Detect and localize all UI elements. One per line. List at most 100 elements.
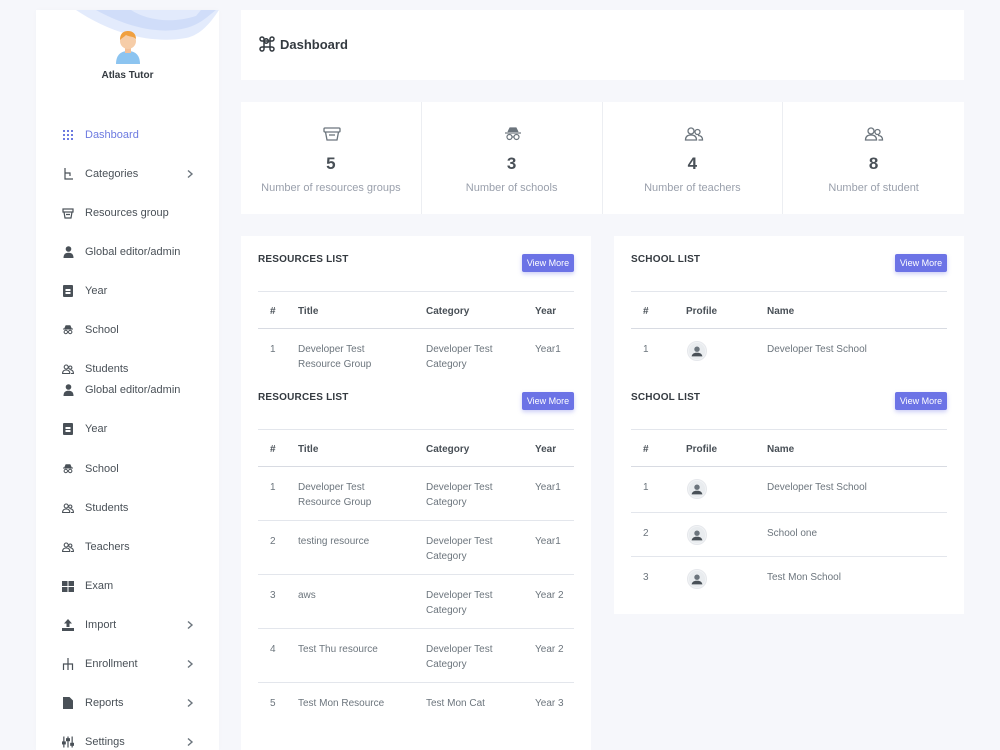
column-header: Year (535, 444, 557, 455)
table-cell: Developer Test Resource Group (298, 482, 372, 508)
command-icon (259, 36, 275, 57)
column-header: Category (426, 306, 470, 317)
column-header: Name (767, 444, 795, 455)
sidebar-item-label: Year (85, 423, 108, 435)
school-profile-avatar (687, 569, 707, 589)
table-header: # Profile Name (631, 291, 947, 329)
sidebar-item-resources-group[interactable]: Resources group (36, 203, 219, 223)
stat-teachers: 4 Number of teachers (603, 102, 784, 214)
table-row[interactable]: 3 aws Developer Test Category Year 2 (258, 575, 574, 629)
sidebar-item-teachers[interactable]: Teachers (36, 537, 219, 557)
table-cell: 1 (643, 344, 649, 355)
schools-table: # Profile Name 1 Developer Test School (631, 291, 947, 375)
school-profile-avatar (687, 525, 707, 545)
sidebar-item-enrollment[interactable]: Enrollment (36, 654, 219, 674)
school-profile-avatar (687, 341, 707, 361)
table-cell: Test Mon Resource (298, 698, 385, 709)
page-header: Dashboard (241, 10, 964, 80)
table-cell: 2 (270, 536, 276, 547)
sidebar-item-label: School (85, 463, 119, 475)
resources-card: RESOURCES LIST View More # Title Category Y… (241, 236, 591, 750)
view-more-button[interactable]: View More (895, 254, 947, 272)
users-icon (62, 363, 74, 375)
hierarchy-icon (62, 168, 74, 180)
windows-icon (62, 580, 74, 592)
view-more-button[interactable]: View More (522, 392, 574, 410)
sliders-icon (62, 736, 74, 748)
table-cell: 1 (270, 482, 276, 493)
table-cell: Developer Test Category (426, 590, 493, 616)
sidebar-item-school[interactable]: School (36, 459, 219, 479)
sidebar-item-label: School (85, 324, 119, 336)
school-profile-avatar (687, 479, 707, 499)
avatar[interactable] (114, 30, 142, 64)
file-icon (62, 697, 74, 709)
sidebar-item-global-editor-admin[interactable]: Global editor/admin (36, 242, 219, 262)
users-icon (62, 541, 74, 553)
sidebar-item-students[interactable]: Students (36, 359, 219, 379)
resources-list-title: RESOURCES LIST (258, 392, 349, 403)
sidebar-item-dashboard[interactable]: Dashboard (36, 125, 219, 145)
stat-value: 3 (506, 154, 517, 173)
table-cell: Developer Test Category (426, 536, 493, 562)
column-header: # (643, 306, 649, 317)
resources-table: # Title Category Year 1 Developer Test Resour… (258, 291, 574, 379)
table-cell: Developer Test Category (426, 644, 493, 670)
sidebar-item-categories[interactable]: Categories (36, 164, 219, 184)
table-cell: Developer Test School (767, 482, 867, 493)
view-more-button[interactable]: View More (895, 392, 947, 410)
sidebar-item-students[interactable]: Students (36, 498, 219, 518)
sidebar-item-school[interactable]: School (36, 320, 219, 340)
table-header: # Title Category Year (258, 291, 574, 329)
basket-icon (322, 126, 342, 142)
schools-table: # Profile Name 1 Developer Test School 2 Schoo… (631, 429, 947, 603)
sidebar-item-label: Exam (85, 580, 114, 592)
basket-icon (62, 207, 74, 219)
user-icon (62, 384, 74, 396)
table-row[interactable]: 1 Developer Test School (631, 467, 947, 513)
calendar-icon (62, 423, 74, 435)
sidebar-item-label: Resources group (85, 207, 169, 219)
table-row[interactable]: 1 Developer Test School (631, 329, 947, 375)
sidebar-item-label: Global editor/admin (85, 246, 181, 258)
sidebar-item-label: Enrollment (85, 658, 138, 670)
column-header: Name (767, 306, 795, 317)
upload-icon (62, 619, 74, 631)
table-row[interactable]: 2 School one (631, 513, 947, 557)
table-cell: Year 2 (535, 644, 564, 655)
table-row[interactable]: 5 Test Mon Resource Test Mon Cat Year 3 (258, 683, 574, 737)
view-more-button[interactable]: View More (522, 254, 574, 272)
users-icon (864, 126, 884, 142)
table-header: # Title Category Year (258, 429, 574, 467)
table-cell: aws (298, 590, 316, 601)
stats-panel: 5 Number of resources groups 3 Number of… (241, 102, 964, 214)
stat-value: 5 (326, 154, 336, 173)
table-row[interactable]: 4 Test Thu resource Developer Test Categor… (258, 629, 574, 683)
user-icon (62, 246, 74, 258)
table-row[interactable]: 1 Developer Test Resource Group Developer … (258, 467, 574, 521)
sidebar-item-import[interactable]: Import (36, 615, 219, 635)
sidebar-item-settings[interactable]: Settings (36, 732, 219, 750)
chevron-right-icon (186, 737, 194, 747)
sidebar-item-global-editor-admin[interactable]: Global editor/admin (36, 380, 219, 400)
sidebar-item-reports[interactable]: Reports (36, 693, 219, 713)
column-header: Category (426, 444, 470, 455)
stat-value: 8 (868, 154, 879, 173)
table-cell: Developer Test School (767, 344, 867, 355)
table-cell: 1 (270, 344, 276, 355)
table-row[interactable]: 2 testing resource Developer Test Category… (258, 521, 574, 575)
stat-value: 4 (687, 154, 698, 173)
chevron-right-icon (186, 620, 194, 630)
table-row[interactable]: 3 Test Mon School (631, 557, 947, 603)
stat-label: Number of resources groups (261, 182, 401, 194)
sidebar-item-label: Import (85, 619, 117, 631)
table-cell: Test Thu resource (298, 644, 378, 655)
column-header: Profile (686, 306, 718, 317)
table-header: # Profile Name (631, 429, 947, 467)
sidebar-item-year[interactable]: Year (36, 419, 219, 439)
table-row[interactable]: 1 Developer Test Resource Group Developer … (258, 329, 574, 379)
stat-label: Number of student (828, 182, 919, 194)
sidebar-item-year[interactable]: Year (36, 281, 219, 301)
stat-label: Number of teachers (644, 182, 741, 194)
sidebar-item-exam[interactable]: Exam (36, 576, 219, 596)
